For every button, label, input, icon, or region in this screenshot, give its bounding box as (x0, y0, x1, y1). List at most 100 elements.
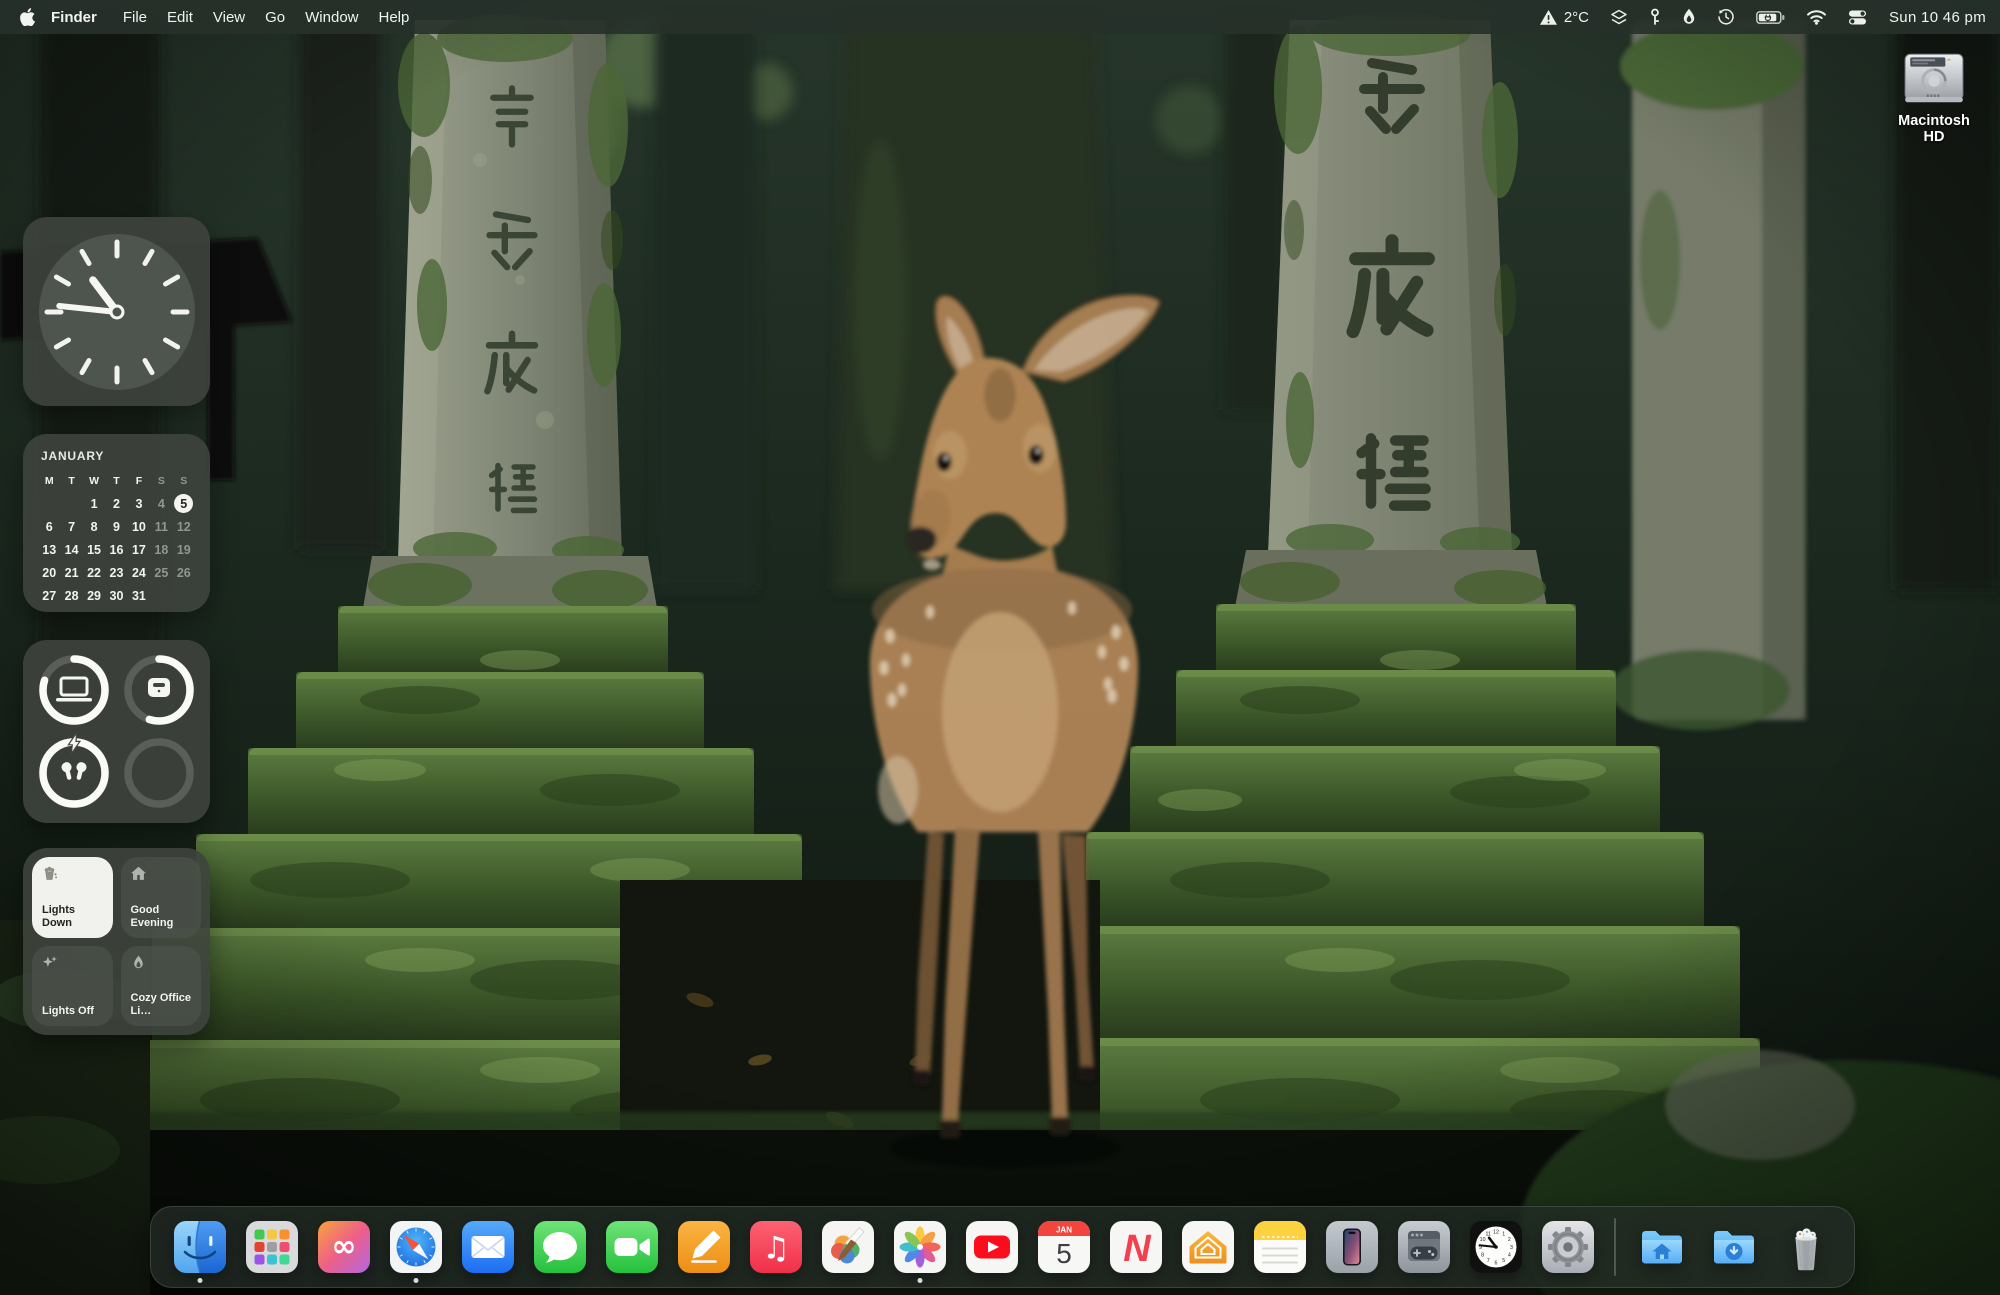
active-app-name[interactable]: Finder (51, 9, 97, 26)
calendar-day: 18 (150, 538, 172, 561)
dock-news[interactable]: N (1110, 1221, 1162, 1273)
calendar-day: 5 (173, 492, 195, 515)
dock-downloads-folder[interactable] (1708, 1221, 1760, 1273)
calendar-grid: MTWTFSS123456789101112131415161718192021… (38, 469, 195, 607)
dock-messages[interactable] (534, 1221, 586, 1273)
flame-icon[interactable] (1682, 8, 1696, 26)
dock-trash[interactable] (1780, 1221, 1832, 1273)
svg-text:11: 11 (1485, 1231, 1491, 1237)
svg-text:8: 8 (1481, 1253, 1484, 1259)
dock-mail[interactable] (462, 1221, 514, 1273)
dock-infuse[interactable]: ∞ (318, 1221, 370, 1273)
menu-go[interactable]: Go (265, 9, 285, 26)
calendar-weekday: S (150, 469, 172, 492)
desktop-icon-macintosh-hd[interactable]: Macintosh HD (1886, 52, 1982, 145)
popcorn-icon (41, 869, 58, 886)
dock-safari[interactable] (390, 1221, 442, 1273)
scene-label: Good Evening (131, 904, 194, 930)
calendar-day: 4 (150, 492, 172, 515)
dock-photos[interactable] (894, 1221, 946, 1273)
control-center-icon[interactable] (1848, 9, 1867, 26)
svg-text:2: 2 (1507, 1237, 1510, 1243)
menu-file[interactable]: File (123, 9, 147, 26)
menu-help[interactable]: Help (379, 9, 410, 26)
calendar-day: 22 (83, 561, 105, 584)
calendar-day: 23 (105, 561, 127, 584)
calendar-day: 24 (128, 561, 150, 584)
dock-music[interactable]: ♫ (750, 1221, 802, 1273)
app-menus: File Edit View Go Window Help (103, 9, 410, 26)
calendar-day: 17 (128, 538, 150, 561)
svg-text:∞: ∞ (331, 1229, 356, 1264)
dock-pixelmator[interactable] (822, 1221, 874, 1273)
calendar-day: 28 (60, 584, 82, 607)
house-icon (130, 869, 147, 886)
calendar-day: 14 (60, 538, 82, 561)
svg-text:5: 5 (1502, 1258, 1505, 1264)
svg-text:10: 10 (1479, 1237, 1485, 1243)
dock: ∞ ♫ JAN5 N 121234567891011 (150, 1206, 1855, 1288)
dock-youtube[interactable] (966, 1221, 1018, 1273)
stacked-layers-icon[interactable] (1610, 9, 1628, 26)
dock-home[interactable] (1182, 1221, 1234, 1273)
clock-widget[interactable] (23, 217, 210, 406)
calendar-day: 8 (83, 515, 105, 538)
calendar-weekday: S (173, 469, 195, 492)
calendar-widget[interactable]: JANUARY MTWTFSS1234567891011121314151617… (23, 434, 210, 612)
time-machine-icon[interactable] (1717, 8, 1735, 26)
calendar-day: 27 (38, 584, 60, 607)
calendar-day: 6 (38, 515, 60, 538)
dock-games[interactable] (1398, 1221, 1450, 1273)
dock-finder[interactable] (174, 1221, 226, 1273)
calendar-day: 31 (128, 584, 150, 607)
calendar-day: 13 (38, 538, 60, 561)
calendar-day: 7 (60, 515, 82, 538)
svg-text:N: N (1123, 1228, 1152, 1270)
scene-label: Cozy Office Li… (131, 992, 194, 1018)
calendar-day (150, 584, 172, 607)
menu-view[interactable]: View (213, 9, 245, 26)
dock-home-folder[interactable] (1636, 1221, 1688, 1273)
dock-settings[interactable] (1542, 1221, 1594, 1273)
hard-drive-icon (1901, 52, 1967, 106)
calendar-day: 9 (105, 515, 127, 538)
menu-window[interactable]: Window (305, 9, 358, 26)
key-icon[interactable] (1649, 8, 1661, 26)
dock-calendar[interactable]: JAN5 (1038, 1221, 1090, 1273)
batteries-widget[interactable] (23, 640, 210, 823)
calendar-day: 11 (150, 515, 172, 538)
calendar-day: 10 (128, 515, 150, 538)
dock-iphone-mirroring[interactable] (1326, 1221, 1378, 1273)
analog-clock (37, 232, 197, 392)
scene-lights-down[interactable]: Lights Down (32, 857, 113, 938)
svg-text:3: 3 (1510, 1245, 1513, 1251)
scene-label: Lights Off (42, 1005, 105, 1018)
menu-bar-clock[interactable]: Sun 10 46 pm (1889, 9, 1986, 26)
scene-lights-off[interactable]: Lights Off (32, 946, 113, 1027)
menu-edit[interactable]: Edit (167, 9, 193, 26)
dock-clock[interactable]: 121234567891011 (1470, 1221, 1522, 1273)
home-scenes-widget: Lights Down Good Evening Lights Off Cozy Of… (23, 848, 210, 1035)
scene-cozy-office-li[interactable]: Cozy Office Li… (121, 946, 202, 1027)
calendar-weekday: T (60, 469, 82, 492)
menu-bar: Finder File Edit View Go Window Help 2°C (0, 0, 2000, 34)
calendar-day: 3 (128, 492, 150, 515)
svg-text:5: 5 (1056, 1238, 1072, 1269)
calendar-day: 15 (83, 538, 105, 561)
calendar-day: 16 (105, 538, 127, 561)
dock-separator (1614, 1218, 1616, 1276)
calendar-day (38, 492, 60, 515)
weather-status[interactable]: 2°C (1539, 9, 1589, 26)
dock-pages[interactable] (678, 1221, 730, 1273)
dock-facetime[interactable] (606, 1221, 658, 1273)
scene-good-evening[interactable]: Good Evening (121, 857, 202, 938)
dock-launchpad[interactable] (246, 1221, 298, 1273)
battery-ring-empty-slot (117, 732, 203, 816)
apple-menu-icon[interactable] (20, 8, 35, 26)
wifi-icon[interactable] (1806, 9, 1827, 25)
dock-notes[interactable] (1254, 1221, 1306, 1273)
calendar-day: 1 (83, 492, 105, 515)
battery-charging-icon[interactable] (1756, 10, 1785, 25)
warning-triangle-icon (1539, 9, 1558, 26)
battery-ring-airpods (31, 732, 117, 816)
